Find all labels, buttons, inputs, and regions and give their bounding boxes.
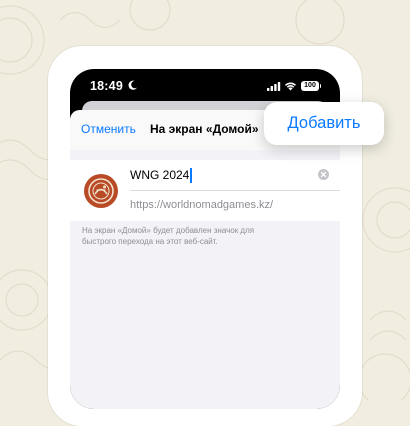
card-divider [130,190,340,191]
nomad-games-logo-icon [88,178,114,204]
cancel-button[interactable]: Отменить [81,122,136,136]
sheet-description: На экран «Домой» будет добавлен значок д… [82,226,255,246]
shortcut-name-input[interactable] [130,165,316,185]
moon-icon [128,80,138,90]
text-caret [190,168,192,183]
add-button-label: Добавить [287,114,361,132]
battery-level: 100 [301,81,319,91]
cellular-icon [267,82,281,91]
sheet-title: На экран «Домой» [150,122,259,136]
shortcut-url: https://worldnomadgames.kz/ [130,199,274,211]
wifi-icon [285,82,296,91]
clear-text-icon[interactable] [318,169,329,180]
shortcut-card: https://worldnomadgames.kz/ [70,160,340,221]
status-time: 18:49 [90,79,123,93]
battery-icon: 100 [301,81,321,91]
status-bar: 18:49 100 [70,69,340,105]
add-to-home-sheet: Отменить На экран «Домой» https://wor [70,110,340,409]
add-button[interactable]: Добавить [264,102,384,145]
battery-tip [319,84,321,88]
app-icon [84,174,118,208]
